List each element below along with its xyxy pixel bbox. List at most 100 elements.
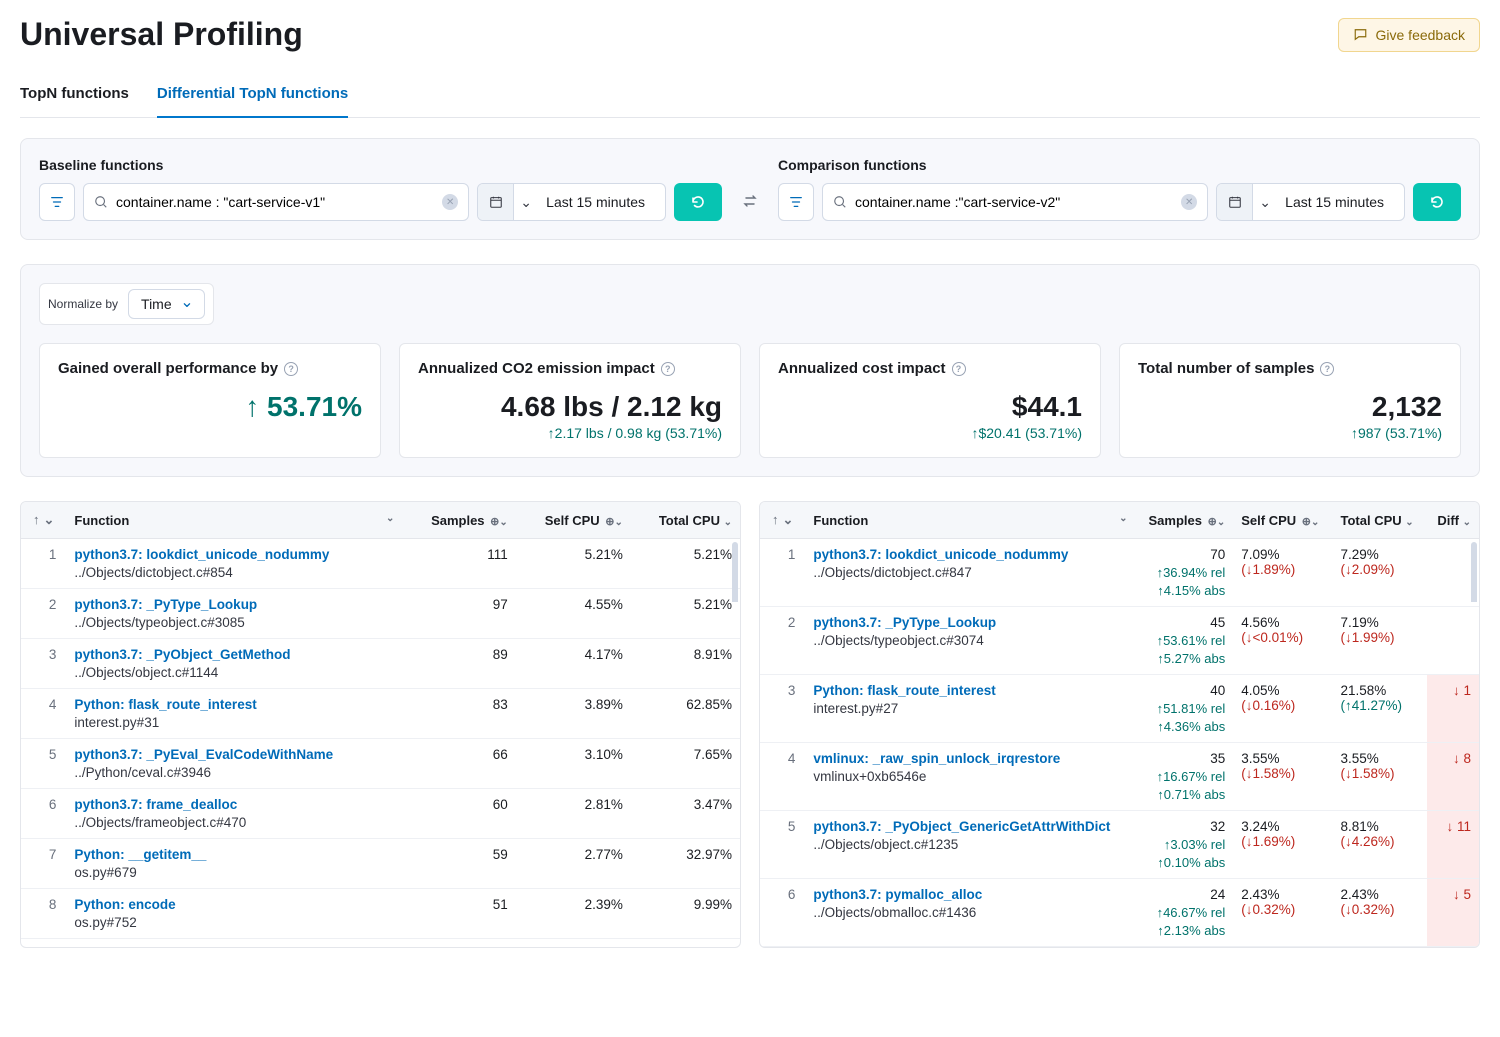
baseline-search[interactable]: ✕ — [83, 183, 469, 221]
function-link[interactable]: Python: __getitem__ — [74, 847, 394, 862]
diff-cell: ↓ 1 — [1427, 675, 1479, 743]
total-cpu-cell: 3.47% — [631, 789, 740, 839]
function-link[interactable]: python3.7: _PyEval_EvalCodeWithName — [74, 747, 394, 762]
comparison-refresh-button[interactable] — [1413, 183, 1461, 221]
total-cpu-cell: 5.21% — [631, 589, 740, 639]
total-cpu-cell: 7.19%(↓1.99%) — [1333, 607, 1427, 675]
function-location: interest.py#31 — [74, 715, 394, 730]
function-link[interactable]: python3.7: frame_dealloc — [74, 797, 394, 812]
row-rank: 1 — [760, 539, 805, 607]
table-row: 3Python: flask_route_interestinterest.py… — [760, 675, 1479, 743]
row-rank: 4 — [760, 743, 805, 811]
function-link[interactable]: python3.7: _PyType_Lookup — [813, 615, 1127, 630]
comparison-search[interactable]: ✕ — [822, 183, 1208, 221]
table-row: 2python3.7: _PyType_Lookup../Objects/typ… — [760, 607, 1479, 675]
function-link[interactable]: python3.7: pymalloc_alloc — [813, 887, 1127, 902]
col-samples[interactable]: Samples ⊕⌄ — [402, 502, 515, 539]
info-icon[interactable]: ? — [661, 362, 675, 376]
page-title: Universal Profiling — [20, 16, 303, 53]
comparison-search-input[interactable] — [855, 194, 1173, 210]
arrow-down-icon: ↓ — [1453, 683, 1460, 698]
self-cpu-cell: 4.17% — [516, 639, 631, 689]
baseline-datepicker[interactable]: ⌄ Last 15 minutes — [477, 183, 666, 221]
row-rank: 5 — [21, 739, 66, 789]
diff-cell: ↓ 5 — [1427, 879, 1479, 947]
give-feedback-button[interactable]: Give feedback — [1338, 18, 1481, 52]
col-self-cpu[interactable]: Self CPU ⊕⌄ — [516, 502, 631, 539]
baseline-label: Baseline functions — [39, 157, 722, 173]
info-icon[interactable]: ? — [284, 362, 298, 376]
col-samples[interactable]: Samples ⊕⌄ — [1135, 502, 1233, 539]
function-location: ../Objects/object.c#1144 — [74, 665, 394, 680]
baseline-clear-icon[interactable]: ✕ — [442, 194, 458, 210]
function-link[interactable]: Python: encode — [74, 897, 394, 912]
row-rank: 3 — [760, 675, 805, 743]
row-rank: 7 — [21, 839, 66, 889]
samples-cell: 70↑36.94% rel↑4.15% abs — [1135, 539, 1233, 607]
col-function[interactable]: Function ⌄ — [66, 502, 402, 539]
table-row: 5python3.7: _PyObject_GenericGetAttrWith… — [760, 811, 1479, 879]
function-link[interactable]: python3.7: _PyType_Lookup — [74, 597, 394, 612]
info-icon[interactable]: ? — [952, 362, 966, 376]
arrow-up-icon: ↑ — [1157, 923, 1164, 938]
arrow-up-icon: ↑ — [1157, 769, 1164, 784]
samples-cell: 89 — [402, 639, 515, 689]
total-cpu-cell: 3.55%(↓1.58%) — [1333, 743, 1427, 811]
arrow-up-icon: ↑ — [1157, 855, 1164, 870]
table-row: 4vmlinux: _raw_spin_unlock_irqrestorevml… — [760, 743, 1479, 811]
function-link[interactable]: python3.7: lookdict_unicode_nodummy — [813, 547, 1127, 562]
normalize-select[interactable]: Time — [128, 289, 205, 319]
col-total-cpu[interactable]: Total CPU ⌄ — [1333, 502, 1427, 539]
arrow-up-icon: ↑ — [245, 391, 259, 422]
total-cpu-cell: 21.58%(↑41.27%) — [1333, 675, 1427, 743]
self-cpu-cell: 5.21% — [516, 539, 631, 589]
normalize-label: Normalize by — [48, 297, 118, 311]
function-link[interactable]: python3.7: lookdict_unicode_nodummy — [74, 547, 394, 562]
function-location: ../Python/ceval.c#3946 — [74, 765, 394, 780]
expand-up-icon[interactable]: ↑ — [772, 512, 779, 528]
col-function[interactable]: Function ⌄ — [805, 502, 1135, 539]
comparison-filter-button[interactable] — [778, 183, 814, 221]
total-cpu-cell: 5.21% — [631, 539, 740, 589]
function-location: os.py#752 — [74, 915, 394, 930]
baseline-search-input[interactable] — [116, 194, 434, 210]
expand-down-icon[interactable]: ⌄ — [44, 512, 55, 528]
col-self-cpu[interactable]: Self CPU ⊕⌄ — [1233, 502, 1332, 539]
samples-cell: 60 — [402, 789, 515, 839]
refresh-icon — [690, 194, 706, 210]
function-link[interactable]: python3.7: _PyObject_GenericGetAttrWithD… — [813, 819, 1127, 834]
arrow-up-icon: ↑ — [1157, 651, 1164, 666]
arrow-up-icon: ↑ — [1157, 905, 1164, 920]
function-location: ../Objects/typeobject.c#3085 — [74, 615, 394, 630]
expand-up-icon[interactable]: ↑ — [33, 512, 40, 528]
diff-cell — [1427, 539, 1479, 607]
function-link[interactable]: python3.7: _PyObject_GetMethod — [74, 647, 394, 662]
comparison-clear-icon[interactable]: ✕ — [1181, 194, 1197, 210]
function-link[interactable]: Python: flask_route_interest — [74, 697, 394, 712]
self-cpu-cell: 3.89% — [516, 689, 631, 739]
col-diff[interactable]: Diff ⌄ — [1427, 502, 1479, 539]
swap-button[interactable] — [738, 193, 762, 209]
function-link[interactable]: Python: flask_route_interest — [813, 683, 1127, 698]
expand-down-icon[interactable]: ⌄ — [783, 512, 794, 528]
function-location: os.py#679 — [74, 865, 394, 880]
info-icon[interactable]: ? — [1320, 362, 1334, 376]
col-total-cpu[interactable]: Total CPU ⌄ — [631, 502, 740, 539]
samples-cell: 51 — [402, 889, 515, 939]
sort-icon: ⊕ — [490, 516, 499, 528]
row-rank: 2 — [760, 607, 805, 675]
search-icon — [833, 195, 847, 209]
arrow-down-icon: ↓ — [1446, 819, 1453, 834]
comparison-datepicker[interactable]: ⌄ Last 15 minutes — [1216, 183, 1405, 221]
function-link[interactable]: vmlinux: _raw_spin_unlock_irqrestore — [813, 751, 1127, 766]
function-location: ../Objects/dictobject.c#847 — [813, 565, 1127, 580]
baseline-filter-button[interactable] — [39, 183, 75, 221]
total-cpu-cell: 8.91% — [631, 639, 740, 689]
tab-topn-functions[interactable]: TopN functions — [20, 77, 129, 117]
function-location: ../Objects/object.c#1235 — [813, 837, 1127, 852]
row-rank: 2 — [21, 589, 66, 639]
tab-differential-topn[interactable]: Differential TopN functions — [157, 77, 348, 118]
baseline-refresh-button[interactable] — [674, 183, 722, 221]
samples-cell: 35↑16.67% rel↑0.71% abs — [1135, 743, 1233, 811]
total-cpu-cell: 32.97% — [631, 839, 740, 889]
